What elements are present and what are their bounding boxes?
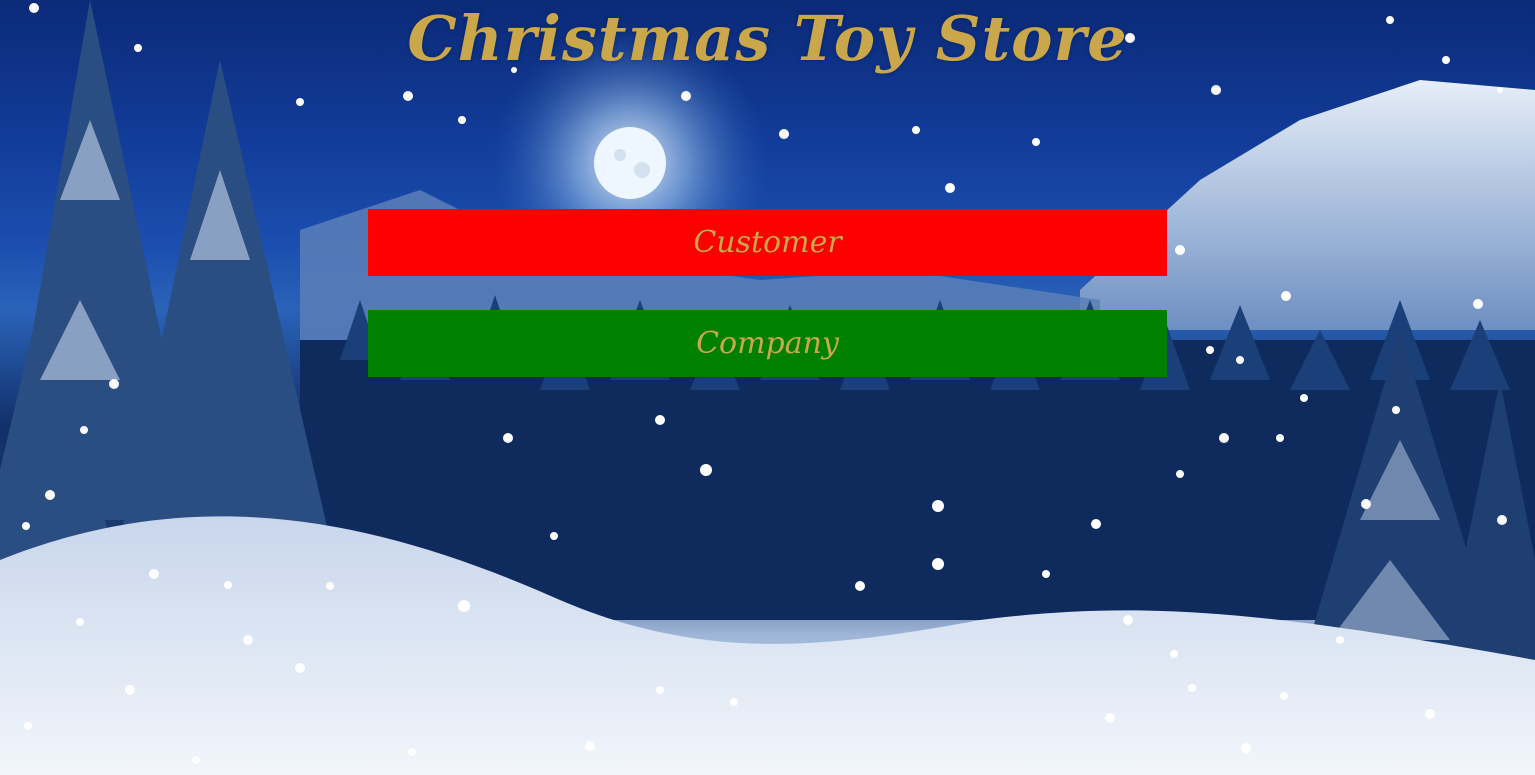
mountain-right <box>1080 80 1535 330</box>
snowy-landscape-illustration <box>0 0 1535 775</box>
customer-button-label: Customer <box>693 225 842 260</box>
company-button-label: Company <box>696 326 839 361</box>
customer-button[interactable]: Customer <box>368 209 1167 276</box>
company-button[interactable]: Company <box>368 310 1167 377</box>
background-scene: Christmas Toy Store Customer Company <box>0 0 1535 775</box>
moon-icon <box>594 127 666 199</box>
page-title: Christmas Toy Store <box>407 2 1128 75</box>
